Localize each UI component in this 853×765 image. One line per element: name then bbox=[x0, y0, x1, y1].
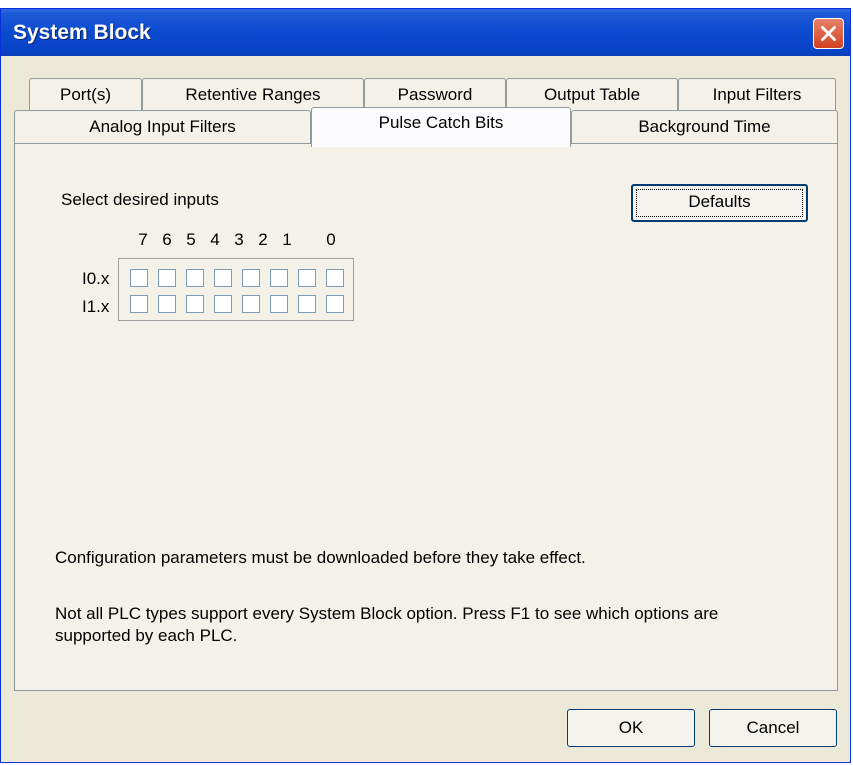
ok-button[interactable]: OK bbox=[567, 709, 695, 747]
checkbox-i1-bit2[interactable] bbox=[270, 295, 288, 313]
tab-analog-input-filters[interactable]: Analog Input Filters bbox=[14, 110, 311, 144]
checkbox-i0-bit3[interactable] bbox=[242, 269, 260, 287]
checkbox-i1-bit6[interactable] bbox=[158, 295, 176, 313]
row-label-i1: I1.x bbox=[82, 297, 110, 316]
select-inputs-label: Select desired inputs bbox=[61, 190, 219, 209]
checkbox-i0-bit2[interactable] bbox=[270, 269, 288, 287]
checkbox-i1-bit3[interactable] bbox=[242, 295, 260, 313]
bit-header: 4 bbox=[210, 230, 220, 249]
checkbox-i1-bit1[interactable] bbox=[298, 295, 316, 313]
checkbox-i0-bit7[interactable] bbox=[130, 269, 148, 287]
pulse-catch-bits-panel: Select desired inputs Defaults 7 6 5 4 3… bbox=[14, 143, 838, 691]
checkbox-i0-bit0[interactable] bbox=[326, 269, 344, 287]
close-icon bbox=[821, 26, 836, 41]
checkbox-i0-bit1[interactable] bbox=[298, 269, 316, 287]
bit-header: 3 bbox=[234, 230, 244, 249]
bit-header: 6 bbox=[162, 230, 172, 249]
input-checkbox-group bbox=[118, 258, 354, 321]
bit-header: 0 bbox=[326, 230, 336, 249]
tab-background-time[interactable]: Background Time bbox=[571, 110, 838, 144]
title-bar[interactable]: System Block bbox=[1, 9, 850, 56]
checkbox-i1-bit5[interactable] bbox=[186, 295, 204, 313]
bit-header: 2 bbox=[258, 230, 268, 249]
close-button[interactable] bbox=[813, 18, 844, 49]
download-note: Configuration parameters must be downloa… bbox=[55, 548, 586, 567]
system-block-dialog: System Block Port(s) Retentive Ranges Pa… bbox=[0, 8, 851, 763]
tab-pulse-catch-bits[interactable]: Pulse Catch Bits bbox=[311, 107, 571, 147]
plc-support-note-line1: Not all PLC types support every System B… bbox=[55, 604, 719, 623]
row-label-i0: I0.x bbox=[82, 269, 110, 288]
checkbox-i1-bit7[interactable] bbox=[130, 295, 148, 313]
bit-header: 5 bbox=[186, 230, 196, 249]
bit-header: 7 bbox=[138, 230, 148, 249]
checkbox-i1-bit0[interactable] bbox=[326, 295, 344, 313]
bit-header: 1 bbox=[282, 230, 292, 249]
checkbox-i0-bit5[interactable] bbox=[186, 269, 204, 287]
window-title: System Block bbox=[13, 21, 151, 44]
tab-input-filters[interactable]: Input Filters bbox=[678, 78, 836, 112]
defaults-button-label: Defaults bbox=[688, 192, 751, 211]
checkbox-i0-bit6[interactable] bbox=[158, 269, 176, 287]
checkbox-i0-bit4[interactable] bbox=[214, 269, 232, 287]
cancel-button[interactable]: Cancel bbox=[709, 709, 837, 747]
checkbox-i1-bit4[interactable] bbox=[214, 295, 232, 313]
defaults-button[interactable]: Defaults bbox=[631, 184, 808, 222]
tab-ports[interactable]: Port(s) bbox=[29, 78, 142, 112]
plc-support-note-line2: supported by each PLC. bbox=[55, 626, 238, 645]
